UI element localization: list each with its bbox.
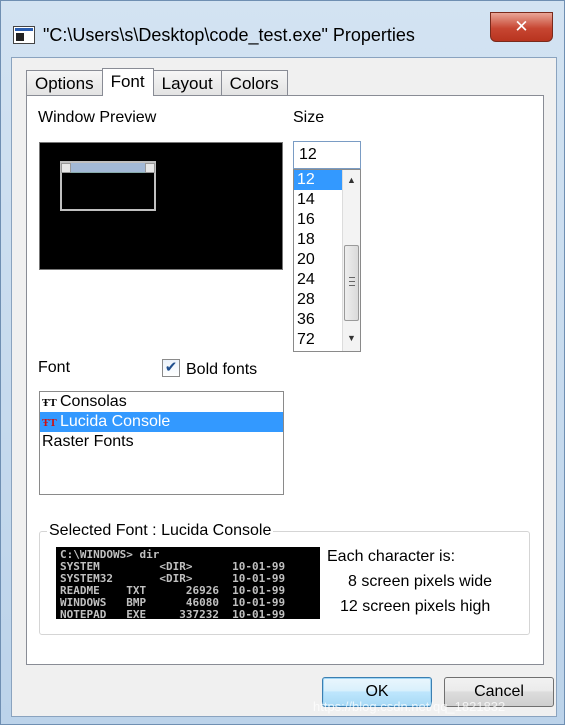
font-option-lucida-console[interactable]: ŦT Lucida Console: [40, 412, 283, 432]
font-tab-panel: Window Preview Size 12 12 14 16 18 20 24…: [26, 95, 544, 665]
preview-mini-window: [60, 161, 156, 211]
bold-fonts-checkbox[interactable]: ✔: [162, 359, 180, 377]
preview-mini-titlebar: [62, 163, 154, 173]
selected-font-title: Selected Font : Lucida Console: [47, 522, 274, 540]
font-option-raster-fonts[interactable]: Raster Fonts: [40, 432, 283, 452]
size-label: Size: [293, 109, 325, 126]
size-listbox[interactable]: 12 14 16 18 20 24 28 36 72 ▲ ▼: [293, 169, 361, 352]
properties-window: "C:\Users\s\Desktop\code_test.exe" Prope…: [0, 0, 565, 725]
close-button[interactable]: ✕: [490, 12, 553, 42]
preview-mini-left-box: [61, 163, 71, 173]
font-option-label: Raster Fonts: [42, 433, 134, 450]
window-preview-label: Window Preview: [38, 109, 157, 126]
close-icon: ✕: [514, 17, 529, 36]
thumb-grip: [349, 277, 355, 278]
console-line: NOTEPAD EXE 337232 10-01-99: [60, 608, 286, 620]
char-height-text: 12 screen pixels high: [340, 598, 491, 615]
truetype-icon: ŦT: [42, 417, 57, 429]
font-label: Font: [38, 359, 71, 376]
console-app-icon: [13, 26, 35, 44]
watermark-text: https://blog.csdn.net/qq_1821832: [313, 699, 506, 714]
tab-colors[interactable]: Colors: [220, 70, 288, 96]
font-option-consolas[interactable]: ŦT Consolas: [40, 392, 283, 412]
font-option-label: Consolas: [60, 393, 127, 410]
thumb-grip: [349, 285, 355, 286]
scroll-up-icon[interactable]: ▲: [343, 172, 360, 189]
size-input[interactable]: 12: [293, 141, 361, 169]
truetype-icon: ŦT: [42, 397, 57, 409]
tab-strip: Options Font Layout Colors: [26, 68, 288, 96]
tab-layout[interactable]: Layout: [152, 70, 222, 96]
window-title: "C:\Users\s\Desktop\code_test.exe" Prope…: [43, 25, 415, 45]
dialog-client-area: Options Font Layout Colors Window Previe…: [11, 57, 557, 717]
tab-font[interactable]: Font: [101, 68, 154, 96]
size-option[interactable]: 12: [294, 170, 342, 190]
thumb-grip: [349, 281, 355, 282]
selected-font-group: Selected Font : Lucida Console C:\WINDOW…: [39, 522, 530, 635]
bold-fonts-label[interactable]: Bold fonts: [186, 361, 257, 379]
font-option-label: Lucida Console: [60, 413, 171, 430]
size-scrollbar[interactable]: ▲ ▼: [342, 170, 360, 351]
font-listbox[interactable]: ŦT Consolas ŦT Lucida Console Raster Fonts: [39, 391, 284, 495]
tab-options[interactable]: Options: [26, 70, 103, 96]
window-preview: [39, 142, 283, 270]
font-sample-console: C:\WINDOWS> dir SYSTEM <DIR> 10-01-99 SY…: [56, 547, 320, 619]
scroll-thumb[interactable]: [344, 245, 359, 321]
scroll-down-icon[interactable]: ▼: [343, 330, 360, 347]
char-width-text: 8 screen pixels wide: [348, 573, 493, 590]
checkmark-icon: ✔: [164, 359, 178, 376]
preview-mini-right-box: [145, 163, 155, 173]
char-size-heading: Each character is:: [327, 548, 456, 565]
